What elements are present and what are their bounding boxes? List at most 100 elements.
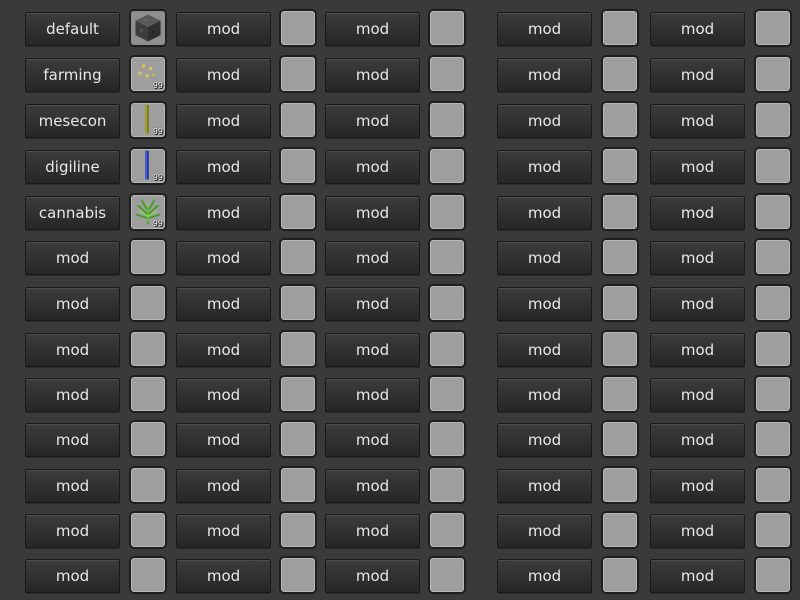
empty-slot-r11-c3[interactable]	[428, 466, 466, 504]
empty-slot-r10-c1[interactable]	[129, 420, 167, 458]
mod-button-r5-c2[interactable]: mod	[176, 196, 271, 230]
empty-slot-r9-c2[interactable]	[279, 375, 317, 413]
empty-slot-r3-c3[interactable]	[428, 101, 466, 139]
mod-button-r5-c4[interactable]: mod	[497, 196, 592, 230]
mod-button-r10-c2[interactable]: mod	[176, 423, 271, 457]
item-slot-farming[interactable]: 99	[129, 55, 167, 93]
empty-slot-r5-c2[interactable]	[279, 193, 317, 231]
empty-slot-r6-c5[interactable]	[754, 238, 792, 276]
mod-button-r12-c4[interactable]: mod	[497, 514, 592, 548]
mod-button-r8-c3[interactable]: mod	[325, 333, 420, 367]
mod-button-r10-c5[interactable]: mod	[650, 423, 745, 457]
mod-button-r1-c5[interactable]: mod	[650, 12, 745, 46]
mod-button-r10-c3[interactable]: mod	[325, 423, 420, 457]
empty-slot-r4-c2[interactable]	[279, 147, 317, 185]
empty-slot-r11-c1[interactable]	[129, 466, 167, 504]
mod-button-r6-c3[interactable]: mod	[325, 241, 420, 275]
empty-slot-r10-c5[interactable]	[754, 420, 792, 458]
empty-slot-r8-c1[interactable]	[129, 330, 167, 368]
empty-slot-r2-c3[interactable]	[428, 55, 466, 93]
empty-slot-r10-c3[interactable]	[428, 420, 466, 458]
mod-button-r1-c3[interactable]: mod	[325, 12, 420, 46]
mod-button-r7-c5[interactable]: mod	[650, 287, 745, 321]
empty-slot-r8-c3[interactable]	[428, 330, 466, 368]
empty-slot-r6-c4[interactable]	[601, 238, 639, 276]
mod-button-r9-c2[interactable]: mod	[176, 378, 271, 412]
mod-button-r3-c5[interactable]: mod	[650, 104, 745, 138]
mod-button-r8-c4[interactable]: mod	[497, 333, 592, 367]
mod-button-r2-c3[interactable]: mod	[325, 58, 420, 92]
empty-slot-r1-c2[interactable]	[279, 9, 317, 47]
mod-button-r13-c3[interactable]: mod	[325, 559, 420, 593]
mod-button-r11-c2[interactable]: mod	[176, 469, 271, 503]
mod-button-digiline-4[interactable]: digiline	[25, 150, 120, 184]
empty-slot-r2-c2[interactable]	[279, 55, 317, 93]
mod-button-r13-c4[interactable]: mod	[497, 559, 592, 593]
mod-button-mod-10[interactable]: mod	[25, 423, 120, 457]
mod-button-r8-c2[interactable]: mod	[176, 333, 271, 367]
empty-slot-r13-c3[interactable]	[428, 556, 466, 594]
mod-button-default-1[interactable]: default	[25, 12, 120, 46]
mod-button-r1-c2[interactable]: mod	[176, 12, 271, 46]
mod-button-mod-13[interactable]: mod	[25, 559, 120, 593]
mod-button-cannabis-5[interactable]: cannabis	[25, 196, 120, 230]
mod-button-r12-c2[interactable]: mod	[176, 514, 271, 548]
mod-button-r8-c5[interactable]: mod	[650, 333, 745, 367]
mod-button-r3-c4[interactable]: mod	[497, 104, 592, 138]
item-slot-digiline[interactable]: 99	[129, 147, 167, 185]
item-slot-mesecon[interactable]: 99	[129, 101, 167, 139]
mod-button-r4-c5[interactable]: mod	[650, 150, 745, 184]
mod-button-r4-c3[interactable]: mod	[325, 150, 420, 184]
mod-button-r2-c4[interactable]: mod	[497, 58, 592, 92]
empty-slot-r12-c5[interactable]	[754, 511, 792, 549]
mod-button-r11-c5[interactable]: mod	[650, 469, 745, 503]
empty-slot-r10-c4[interactable]	[601, 420, 639, 458]
empty-slot-r6-c2[interactable]	[279, 238, 317, 276]
empty-slot-r13-c5[interactable]	[754, 556, 792, 594]
mod-button-r5-c3[interactable]: mod	[325, 196, 420, 230]
empty-slot-r4-c4[interactable]	[601, 147, 639, 185]
empty-slot-r11-c2[interactable]	[279, 466, 317, 504]
empty-slot-r5-c5[interactable]	[754, 193, 792, 231]
mod-button-mod-9[interactable]: mod	[25, 378, 120, 412]
empty-slot-r4-c5[interactable]	[754, 147, 792, 185]
mod-button-r6-c5[interactable]: mod	[650, 241, 745, 275]
mod-button-r2-c5[interactable]: mod	[650, 58, 745, 92]
mod-button-r6-c2[interactable]: mod	[176, 241, 271, 275]
mod-button-mod-7[interactable]: mod	[25, 287, 120, 321]
empty-slot-r7-c5[interactable]	[754, 284, 792, 322]
empty-slot-r7-c3[interactable]	[428, 284, 466, 322]
mod-button-r13-c2[interactable]: mod	[176, 559, 271, 593]
mod-button-r4-c4[interactable]: mod	[497, 150, 592, 184]
empty-slot-r6-c3[interactable]	[428, 238, 466, 276]
item-slot-default[interactable]	[129, 9, 167, 47]
empty-slot-r5-c4[interactable]	[601, 193, 639, 231]
empty-slot-r8-c2[interactable]	[279, 330, 317, 368]
mod-button-r3-c3[interactable]: mod	[325, 104, 420, 138]
empty-slot-r6-c1[interactable]	[129, 238, 167, 276]
mod-button-mod-6[interactable]: mod	[25, 241, 120, 275]
empty-slot-r8-c5[interactable]	[754, 330, 792, 368]
mod-button-r9-c4[interactable]: mod	[497, 378, 592, 412]
empty-slot-r4-c3[interactable]	[428, 147, 466, 185]
mod-button-r7-c4[interactable]: mod	[497, 287, 592, 321]
empty-slot-r7-c1[interactable]	[129, 284, 167, 322]
mod-button-r10-c4[interactable]: mod	[497, 423, 592, 457]
empty-slot-r9-c3[interactable]	[428, 375, 466, 413]
empty-slot-r1-c4[interactable]	[601, 9, 639, 47]
mod-button-r9-c5[interactable]: mod	[650, 378, 745, 412]
empty-slot-r3-c2[interactable]	[279, 101, 317, 139]
empty-slot-r13-c2[interactable]	[279, 556, 317, 594]
empty-slot-r12-c1[interactable]	[129, 511, 167, 549]
empty-slot-r2-c5[interactable]	[754, 55, 792, 93]
empty-slot-r1-c5[interactable]	[754, 9, 792, 47]
empty-slot-r2-c4[interactable]	[601, 55, 639, 93]
empty-slot-r13-c1[interactable]	[129, 556, 167, 594]
empty-slot-r7-c2[interactable]	[279, 284, 317, 322]
mod-button-r7-c2[interactable]: mod	[176, 287, 271, 321]
mod-button-r11-c3[interactable]: mod	[325, 469, 420, 503]
empty-slot-r7-c4[interactable]	[601, 284, 639, 322]
mod-button-mesecon-3[interactable]: mesecon	[25, 104, 120, 138]
mod-button-r5-c5[interactable]: mod	[650, 196, 745, 230]
empty-slot-r13-c4[interactable]	[601, 556, 639, 594]
